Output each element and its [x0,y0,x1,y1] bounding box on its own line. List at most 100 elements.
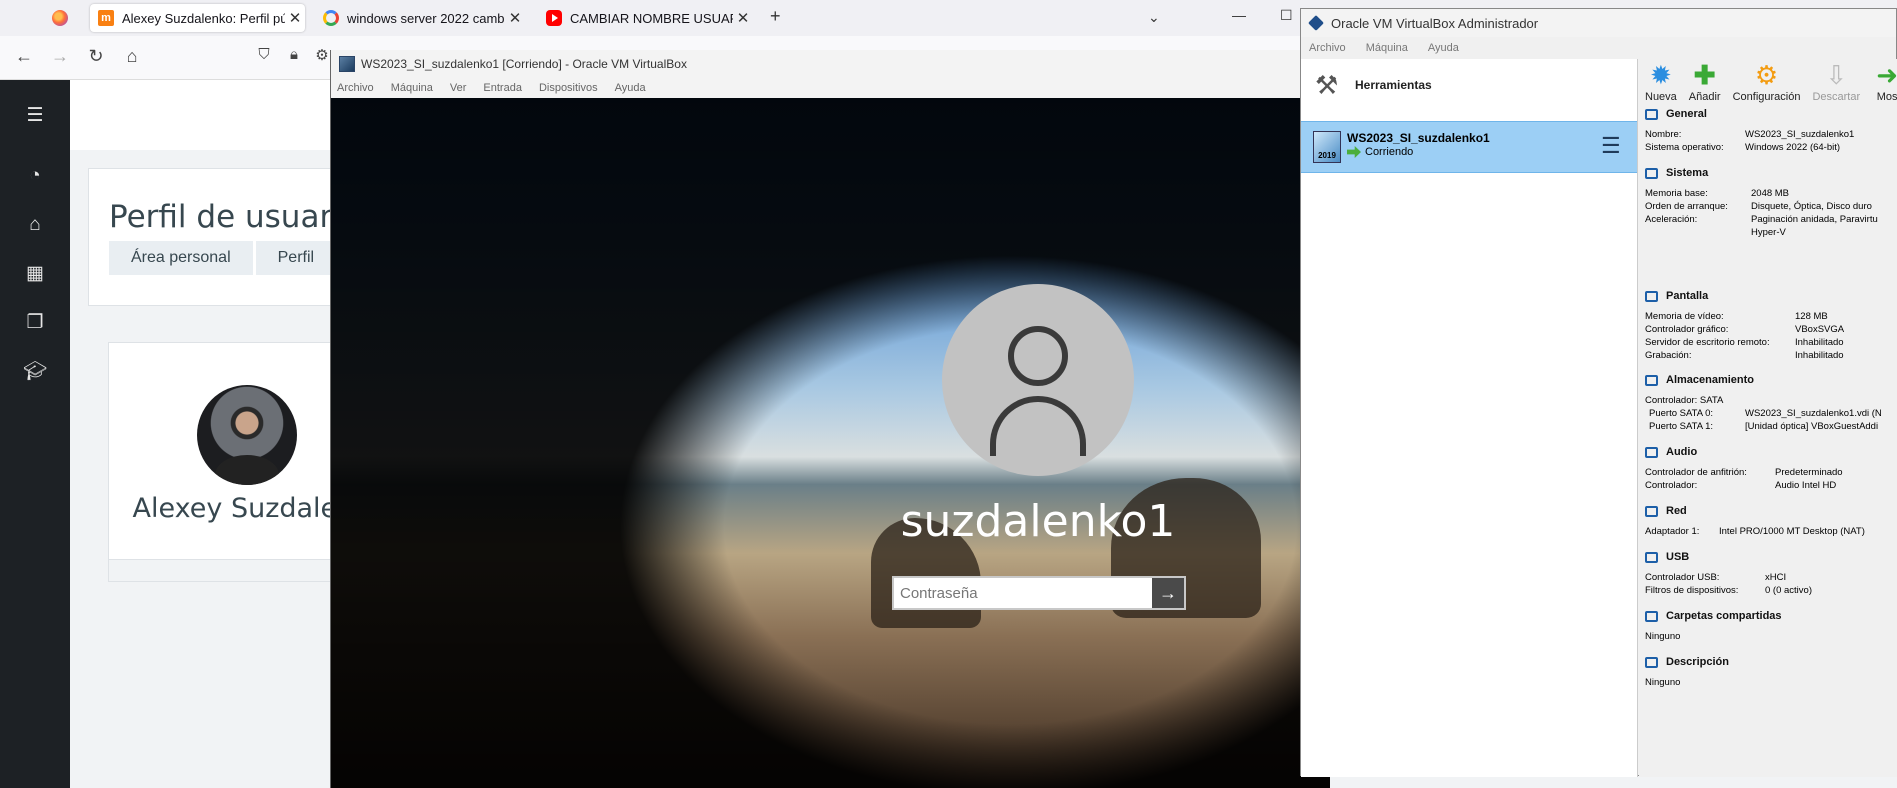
dashboard-icon[interactable]: ◔ [23,164,47,188]
storage-icon [1645,374,1658,386]
vm-window: WS2023_SI_suzdalenko1 [Corriendo] - Orac… [330,50,1330,788]
section-shared-header[interactable]: Carpetas compartidas [1639,607,1897,625]
display-icon [1645,290,1658,302]
section-usb-header[interactable]: USB [1639,548,1897,566]
maximize-icon[interactable]: ☐ [1280,7,1293,24]
menu-ayuda[interactable]: Ayuda [1428,42,1459,54]
new-button[interactable]: ✹ Nueva [1639,59,1683,103]
vm-screen[interactable]: suzdalenko1 → [331,98,1330,788]
discard-icon: ⇩ [1825,60,1848,90]
description-icon [1645,656,1658,668]
vm-window-title: WS2023_SI_suzdalenko1 [Corriendo] - Orac… [361,57,687,71]
breadcrumb-item-perfil[interactable]: Perfil [255,241,337,275]
section-system: Sistema Memoria base: 2048 MB Orden de a… [1639,164,1897,238]
section-description-header[interactable]: Descripción [1639,653,1897,671]
minimize-icon[interactable]: — [1232,7,1246,23]
menu-archivo[interactable]: Archivo [337,82,374,94]
running-arrow-icon [1347,146,1361,158]
section-audio-header[interactable]: Audio [1639,443,1897,461]
tab-moodle-profile[interactable]: m Alexey Suzdalenko: Perfil públic ✕ [90,4,305,32]
tab-youtube[interactable]: CAMBIAR NOMBRE USUARI ✕ [538,4,753,32]
courses-icon[interactable]: 🎓︎ [23,360,47,384]
vm-list-item[interactable]: 2019 WS2023_SI_suzdalenko1 Corriendo ☰ [1301,121,1637,173]
virtualbox-icon [1308,15,1324,31]
tools-label: Herramientas [1355,78,1432,92]
menu-maquina[interactable]: Máquina [391,82,433,94]
lock-icon[interactable]: 🔒︎ [282,46,306,63]
home-icon[interactable]: ⌂ [23,213,47,237]
reload-icon[interactable]: ↻ [84,46,108,67]
menu-ver[interactable]: Ver [450,82,467,94]
item-menu-icon[interactable]: ☰ [1601,134,1625,158]
tools-item[interactable]: ⚒ Herramientas [1301,59,1637,111]
firefox-icon[interactable] [52,10,68,26]
settings-button[interactable]: ⚙ Configuración [1727,59,1807,103]
audio-icon [1645,446,1658,458]
windows-server-os-icon: 2019 [1313,131,1341,163]
moodle-sidebar: ☰ ◔ ⌂ ▦ ❐ 🎓︎ [0,80,70,788]
forward-icon[interactable]: → [48,46,72,67]
section-display-header[interactable]: Pantalla [1639,287,1897,305]
section-network-header[interactable]: Red [1639,502,1897,520]
add-button[interactable]: ✚ Añadir [1683,59,1727,103]
section-storage-header[interactable]: Almacenamiento [1639,371,1897,389]
tab-title: Alexey Suzdalenko: Perfil públic [122,10,285,26]
menu-icon[interactable]: ☰ [23,104,47,128]
general-icon [1645,108,1658,120]
home-icon[interactable]: ⌂ [120,46,144,67]
close-tab-icon[interactable]: ✕ [505,9,525,27]
menu-ayuda[interactable]: Ayuda [615,82,646,94]
calendar-icon[interactable]: ▦ [23,262,47,286]
tools-icon: ⚒ [1315,70,1339,100]
section-general: General Nombre: WS2023_SI_suzdalenko1 Si… [1639,105,1897,153]
breadcrumb-item-area-personal[interactable]: Área personal [109,241,253,275]
settings-icon: ⚙ [1754,60,1779,90]
vm-list-panel: ⚒ Herramientas 2019 WS2023_SI_suzdalenko… [1301,59,1638,777]
vbm-window-title: Oracle VM VirtualBox Administrador [1331,15,1539,31]
network-icon [1645,505,1658,517]
virtualbox-icon [339,56,355,72]
chevron-down-icon[interactable]: ⌄ [1148,9,1160,26]
close-tab-icon[interactable]: ✕ [285,9,305,27]
back-icon[interactable]: ← [12,46,36,67]
section-usb: USB Controlador USB: xHCI Filtros de dis… [1639,548,1897,596]
vm-titlebar[interactable]: WS2023_SI_suzdalenko1 [Corriendo] - Orac… [331,50,1330,78]
new-tab-icon[interactable]: + [770,6,781,27]
show-button[interactable]: ➜ Mos [1866,59,1897,103]
menu-archivo[interactable]: Archivo [1309,42,1346,54]
youtube-icon [546,10,562,26]
login-username: suzdalenko1 [900,496,1176,547]
vbm-toolbar: ✹ Nueva ✚ Añadir ⚙ Configuración ⇩ Descartar… [1639,59,1897,103]
discard-button[interactable]: ⇩ Descartar [1806,59,1866,103]
shared-folders-icon [1645,610,1658,622]
breadcrumb: Área personal Perfil [109,241,339,275]
section-system-header[interactable]: Sistema [1639,164,1897,182]
section-network: Red Adaptador 1: Intel PRO/1000 MT Deskt… [1639,502,1897,537]
tab-google-search[interactable]: windows server 2022 cambiar n ✕ [315,4,525,32]
submit-arrow-icon[interactable]: → [1152,578,1184,608]
menu-dispositivos[interactable]: Dispositivos [539,82,598,94]
section-description: Descripción Ninguno [1639,653,1897,688]
vm-item-name: WS2023_SI_suzdalenko1 [1347,131,1490,145]
menu-maquina[interactable]: Máquina [1366,42,1408,54]
vbm-titlebar[interactable]: Oracle VM VirtualBox Administrador [1301,9,1896,37]
vm-details-panel: ✹ Nueva ✚ Añadir ⚙ Configuración ⇩ Descartar… [1639,59,1897,777]
section-general-header[interactable]: General [1639,105,1897,123]
tab-title: CAMBIAR NOMBRE USUARI [570,10,733,26]
section-shared-folders: Carpetas compartidas Ninguno [1639,607,1897,642]
menu-entrada[interactable]: Entrada [483,82,522,94]
virtualbox-manager-window: Oracle VM VirtualBox Administrador Archi… [1300,8,1897,777]
vm-item-state: Corriendo [1347,146,1413,158]
section-storage: Almacenamiento Controlador: SATA Puerto … [1639,371,1897,432]
shield-icon[interactable]: ⛉ [252,46,276,63]
new-icon: ✹ [1649,60,1672,90]
avatar[interactable] [197,385,297,485]
user-avatar-icon [942,284,1134,476]
password-input[interactable] [894,578,1152,608]
vbm-menubar: Archivo Máquina Ayuda [1301,37,1896,59]
close-tab-icon[interactable]: ✕ [733,9,753,27]
show-icon: ➜ [1876,60,1897,90]
password-box: → [892,576,1186,610]
add-icon: ✚ [1693,60,1716,90]
files-icon[interactable]: ❐ [23,311,47,335]
